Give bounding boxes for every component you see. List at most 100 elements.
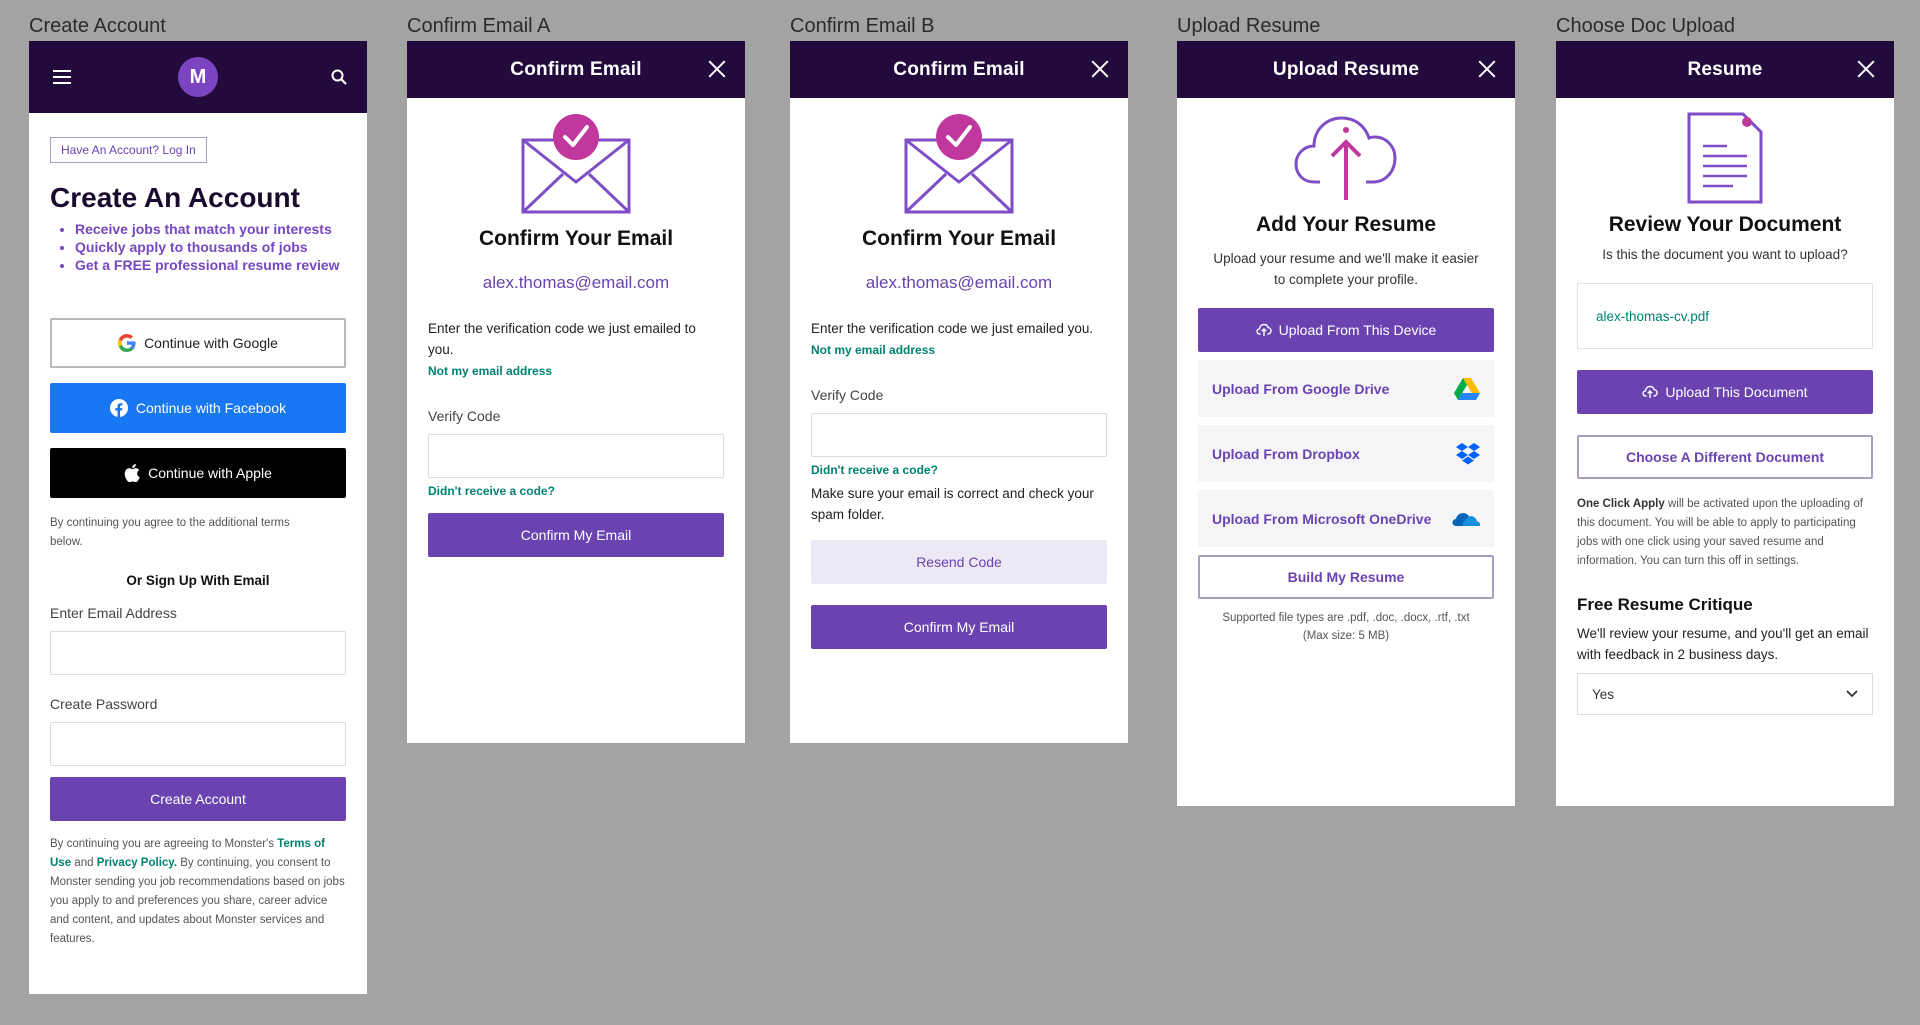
didnt-receive-code-link[interactable]: Didn't receive a code? (811, 463, 1107, 477)
page-title: Create An Account (50, 182, 300, 213)
login-link[interactable]: Have An Account? Log In (50, 137, 207, 163)
upload-option-label: Upload From Microsoft OneDrive (1212, 510, 1432, 527)
confirm-title: Confirm Your Email (478, 227, 674, 250)
modal-header: Confirm Email (790, 41, 1128, 98)
max-file-size: (Max size: 5 MB) (1302, 630, 1390, 642)
app-header: M (29, 41, 367, 113)
review-title: Review Your Document (1608, 213, 1842, 236)
google-button-label: Continue with Google (144, 335, 278, 351)
verify-code-field[interactable] (811, 413, 1107, 457)
didnt-receive-code-link[interactable]: Didn't receive a code? (428, 484, 724, 498)
email-label: Enter Email Address (50, 605, 177, 621)
not-my-email-link[interactable]: Not my email address (811, 343, 1107, 357)
password-label: Create Password (50, 696, 158, 712)
logo-letter: M (189, 65, 207, 88)
apple-icon (124, 464, 140, 482)
one-click-apply-label: One Click Apply (1577, 498, 1665, 510)
upload-option-dropbox[interactable]: Upload From Dropbox (1198, 425, 1494, 482)
choose-doc-screen: Resume Review Your Document Is this the … (1556, 41, 1894, 806)
email-field[interactable] (50, 631, 346, 675)
one-click-apply-note: One Click Apply will be activated upon t… (1577, 495, 1873, 571)
confirm-my-email-button[interactable]: Confirm My Email (811, 605, 1107, 649)
close-icon[interactable] (1856, 59, 1876, 79)
close-icon[interactable] (1090, 59, 1110, 79)
onedrive-icon (1452, 510, 1480, 528)
artboard-confirm-email-a: Confirm Email A Confirm Email Confirm Yo… (407, 12, 745, 743)
critique-title: Free Resume Critique (1577, 595, 1753, 614)
upload-option-label: Upload From Dropbox (1212, 445, 1360, 462)
create-account-button[interactable]: Create Account (50, 777, 346, 821)
critique-text: We'll review your resume, and you'll get… (1577, 626, 1869, 662)
confirm-title: Confirm Your Email (861, 227, 1057, 250)
upload-from-device-button[interactable]: Upload From This Device (1198, 308, 1494, 352)
continue-with-apple-button[interactable]: Continue with Apple (50, 448, 346, 498)
modal-title: Confirm Email (893, 58, 1025, 80)
continue-with-google-button[interactable]: Continue with Google (50, 318, 346, 368)
build-my-resume-button[interactable]: Build My Resume (1198, 555, 1494, 599)
verification-instructions: Enter the verification code we just emai… (811, 321, 1094, 336)
artboard-title: Confirm Email A (407, 15, 551, 37)
upload-option-label: Upload From Google Drive (1212, 380, 1390, 397)
benefit-item: Quickly apply to thousands of jobs (75, 238, 346, 256)
cloud-upload-illustration-icon (1294, 112, 1398, 207)
choose-different-document-button[interactable]: Choose A Different Document (1577, 435, 1873, 479)
facebook-icon (109, 399, 128, 417)
artboard-title: Create Account (29, 15, 166, 37)
cloud-upload-icon (1642, 385, 1659, 399)
legal-text-part: By continuing you are agreeing to Monste… (50, 838, 278, 850)
upload-subtitle: Upload your resume and we'll make it eas… (1213, 251, 1479, 287)
help-text: Make sure your email is correct and chec… (811, 486, 1094, 522)
apple-button-label: Continue with Apple (148, 465, 272, 481)
search-icon[interactable] (331, 69, 347, 90)
confirm-email-a-screen: Confirm Email Confirm Your Email alex.th… (407, 41, 745, 743)
benefit-item: Receive jobs that match your interests (75, 220, 346, 238)
monster-logo[interactable]: M (178, 57, 218, 97)
google-drive-icon (1454, 377, 1480, 400)
supported-file-types: Supported file types are .pdf, .doc, .do… (1222, 612, 1470, 624)
dropbox-icon (1456, 442, 1480, 465)
upload-option-google-drive[interactable]: Upload From Google Drive (1198, 360, 1494, 417)
continue-with-facebook-button[interactable]: Continue with Facebook (50, 383, 346, 433)
close-icon[interactable] (707, 59, 727, 79)
upload-option-onedrive[interactable]: Upload From Microsoft OneDrive (1198, 490, 1494, 547)
verification-instructions: Enter the verification code we just emai… (428, 321, 696, 357)
critique-select[interactable]: Yes (1577, 673, 1873, 715)
legal-text-part: By continuing, you consent to Monster se… (50, 857, 345, 945)
create-account-screen: M Have An Account? Log In Create An Acco… (29, 41, 367, 994)
modal-header: Confirm Email (407, 41, 745, 98)
close-icon[interactable] (1477, 59, 1497, 79)
modal-header: Resume (1556, 41, 1894, 98)
artboard-confirm-email-b: Confirm Email B Confirm Email Confirm Yo… (790, 12, 1128, 743)
or-sign-up-heading: Or Sign Up With Email (126, 573, 270, 588)
artboard-upload-resume: Upload Resume Upload Resume Add Your Res… (1177, 12, 1515, 806)
upload-device-label: Upload From This Device (1278, 322, 1437, 338)
upload-this-document-button[interactable]: Upload This Document (1577, 370, 1873, 414)
modal-title: Upload Resume (1272, 58, 1420, 80)
email-check-illustration-icon (904, 112, 1014, 221)
verify-code-field[interactable] (428, 434, 724, 478)
facebook-button-label: Continue with Facebook (135, 400, 287, 416)
file-name: alex-thomas-cv.pdf (1596, 308, 1710, 324)
not-my-email-link[interactable]: Not my email address (428, 364, 724, 378)
cloud-upload-icon (1255, 323, 1272, 337)
google-icon (118, 334, 136, 352)
modal-title: Confirm Email (510, 58, 642, 80)
privacy-policy-link[interactable]: Privacy Policy. (97, 857, 177, 869)
confirm-my-email-button[interactable]: Confirm My Email (428, 513, 724, 557)
resend-code-button[interactable]: Resend Code (811, 540, 1107, 584)
upload-resume-screen: Upload Resume Add Your Resume Upload you… (1177, 41, 1515, 806)
artboard-choose-doc-upload: Choose Doc Upload Resume Review Your Doc… (1556, 12, 1894, 806)
benefits-list: Receive jobs that match your interests Q… (50, 220, 346, 274)
modal-title: Resume (1687, 58, 1763, 80)
verify-code-label: Verify Code (811, 387, 884, 403)
review-question: Is this the document you want to upload? (1602, 247, 1848, 262)
artboard-create-account: Create Account M Have An Account? Log In… (29, 12, 367, 994)
critique-select-value: Yes (1592, 686, 1615, 702)
hamburger-menu-icon[interactable] (53, 70, 71, 84)
legal-text-part: and (71, 857, 97, 869)
modal-header: Upload Resume (1177, 41, 1515, 98)
email-check-illustration-icon (521, 112, 631, 221)
password-field[interactable] (50, 722, 346, 766)
upload-title: Add Your Resume (1255, 213, 1437, 236)
legal-text: By continuing you are agreeing to Monste… (50, 835, 346, 949)
